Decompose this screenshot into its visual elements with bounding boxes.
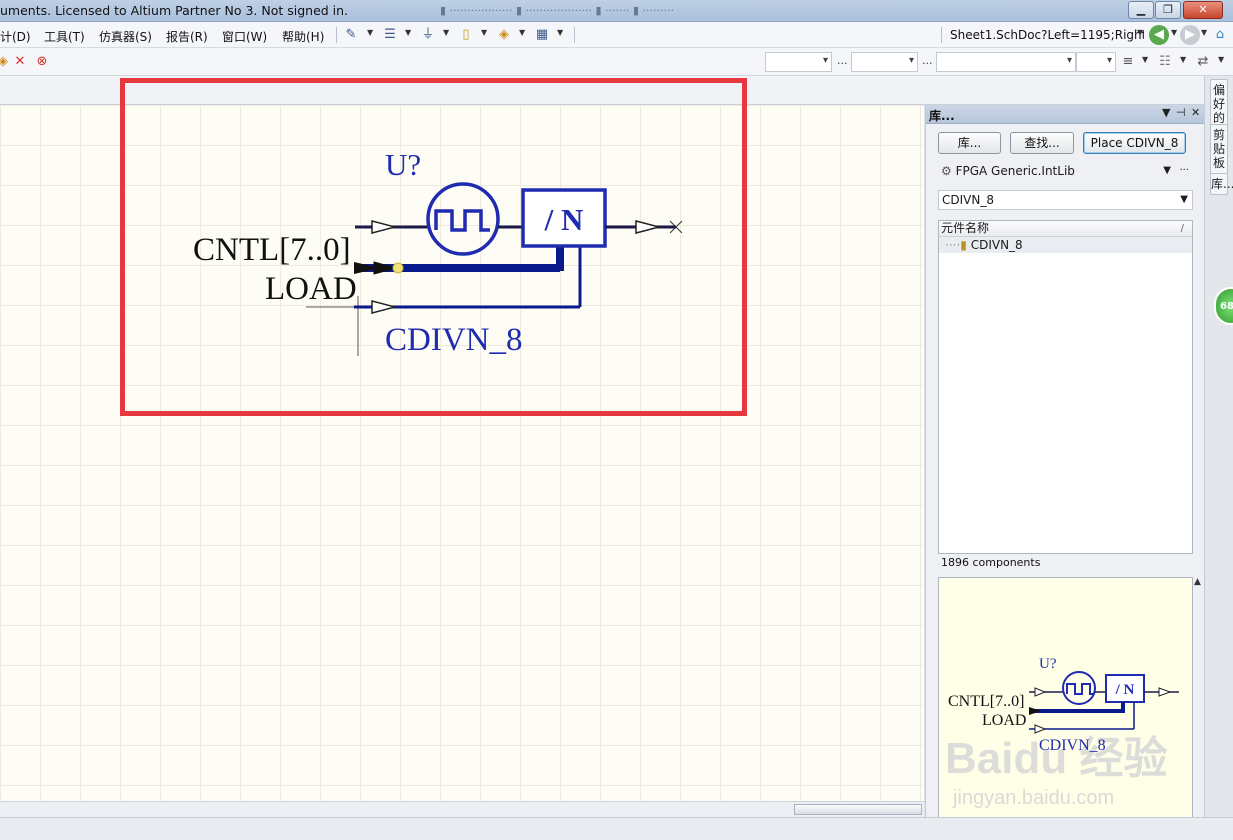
libraries-button[interactable]: 库... [938,132,1001,154]
panel-header: 库... ▼ ⊣ ✕ [926,105,1205,124]
library-icon: ⚙ [941,164,952,178]
menu-bar: 计(D) 工具(T) 仿真器(S) 报告(R) 窗口(W) 帮助(H) ✎ ▼ … [0,22,1233,48]
minimize-icon: ▁ [1136,3,1146,16]
preview-designator: U? [1039,656,1057,672]
horizontal-scrollbar[interactable] [0,801,924,817]
chevron-down-icon[interactable]: ▼ [1180,55,1186,64]
close-icon: ✕ [1198,3,1208,16]
chevron-down-icon[interactable]: ▼ [367,28,373,37]
panel-title: 库... [929,109,955,123]
list-item[interactable]: ····▮ CDIVN_8 [939,237,1192,253]
component-filter-input[interactable]: CDIVN_8 ▼ [938,190,1193,210]
chevron-down-icon[interactable]: ▼ [443,28,449,37]
chevron-down-icon[interactable]: ▼ [405,28,411,37]
column-header-label: 元件名称 [941,221,990,235]
library-select-value: FPGA Generic.IntLib [955,164,1075,178]
chevron-down-icon[interactable]: ▼ [1218,55,1224,64]
tab-favorites[interactable]: 偏好的 [1210,79,1228,129]
component-count: 1896 components [941,556,1041,569]
maximize-button[interactable]: ❐ [1155,1,1181,19]
component-list[interactable]: 元件名称 / ····▮ CDIVN_8 [938,220,1193,554]
secondary-toolbar: ◈ ✕ ⊗ ... ... ≡ ▼ ☷ ▼ ⇄ ▼ [0,48,1233,76]
close-icon[interactable]: ✕ [1191,106,1200,119]
chevron-down-icon[interactable]: ▼ [481,28,487,37]
menu-window[interactable]: 窗口(W) [222,28,267,45]
menu-design[interactable]: 计(D) [0,28,31,45]
clear-markers-icon[interactable]: ✕ [11,53,29,71]
chevron-down-icon[interactable]: ▼ [1171,28,1177,37]
menu-reports[interactable]: 报告(R) [166,28,208,45]
clear-filter-icon[interactable]: ⊗ [33,53,51,71]
part-tool-icon[interactable]: ▯ [457,26,475,44]
chevron-down-icon[interactable]: ▼ [1201,28,1207,37]
menu-tools[interactable]: 工具(T) [44,28,85,45]
menu-simulator[interactable]: 仿真器(S) [99,28,152,45]
filter-combo-2[interactable] [851,52,918,72]
back-icon[interactable]: ◀ [1149,25,1169,45]
chevron-down-icon[interactable]: ▼ [1142,55,1148,64]
scrollbar-thumb[interactable] [794,804,922,815]
status-bar [0,817,1233,840]
title-bar: uments. Licensed to Altium Partner No 3.… [0,0,1233,22]
chevron-down-icon[interactable]: ▼ [1163,162,1171,180]
place-component-button[interactable]: Place CDIVN_8 [1083,132,1186,154]
document-address-field[interactable]: Sheet1.SchDoc?Left=1195;Right [946,25,1144,45]
library-panel: 库... ▼ ⊣ ✕ 库... 查找... Place CDIVN_8 ⚙ FP… [925,105,1205,837]
toolbar-separator [574,27,575,43]
component-name: CDIVN_8 [970,238,1023,252]
chevron-down-icon[interactable]: ▼ [557,28,563,37]
swap-icon[interactable]: ⇄ [1194,53,1212,71]
chevron-up-icon[interactable]: ▲ [1194,577,1201,587]
preview-scrollbar[interactable]: ▲ ▼ [1194,577,1204,829]
filter-combo-3[interactable] [936,52,1076,72]
align-tool-icon[interactable]: ☰ [381,26,399,44]
minimize-button[interactable]: ▁ [1128,1,1154,19]
forward-icon[interactable]: ▶ [1180,25,1200,45]
restore-icon: ❐ [1163,3,1173,16]
more-icon[interactable]: ... [922,54,933,67]
preview-component-name: CDIVN_8 [1039,737,1106,754]
preview-divider-label: / N [1115,682,1135,698]
lines-icon[interactable]: ☷ [1156,53,1174,71]
panel-menu-icon[interactable]: ▼ [1162,106,1170,119]
chevron-down-icon[interactable]: ▼ [519,28,525,37]
more-icon[interactable]: ... [837,54,848,67]
highlight-box [120,78,747,416]
filter-combo-1[interactable] [765,52,832,72]
toolbar-separator [941,27,942,43]
taskbar-tabs[interactable]: ▮ ·················· ▮ ·················… [440,4,1100,19]
preview-pin-load: LOAD [982,712,1026,729]
grid-icon[interactable]: ▦ [533,26,551,44]
component-preview: Baidu 经验 jingyan.baidu.com U? / N CNTL[7… [938,577,1193,829]
component-filter-value: CDIVN_8 [942,193,994,207]
sort-icon[interactable]: / [1181,221,1184,236]
close-button[interactable]: ✕ [1183,1,1223,19]
window-title: uments. Licensed to Altium Partner No 3.… [0,3,349,18]
library-select[interactable]: ⚙ FPGA Generic.IntLib ▼ ··· [938,162,1193,182]
watermark-url: jingyan.baidu.com [952,787,1114,809]
chevron-down-icon[interactable]: ▼ [1180,191,1188,209]
toolbar-separator [336,27,337,43]
chevron-down-icon[interactable]: ▼ [1137,28,1143,37]
preview-drawing: Baidu 经验 jingyan.baidu.com U? / N CNTL[7… [945,656,1179,809]
tab-libraries[interactable]: 库... [1210,173,1233,195]
list-icon[interactable]: ≡ [1119,53,1137,71]
tree-line: ···· [945,238,961,252]
component-icon: ▮ [960,238,967,252]
side-panel-tabs: 偏好的 剪贴板 库... [1204,76,1233,817]
preview-pin-cntl: CNTL[7..0] [948,693,1024,710]
sheet-entry-icon[interactable]: ◈ [495,26,513,44]
menu-help[interactable]: 帮助(H) [282,28,324,45]
tab-clipboard[interactable]: 剪贴板 [1210,124,1228,174]
filter-combo-4[interactable] [1076,52,1116,72]
search-button[interactable]: 查找... [1010,132,1074,154]
more-icon[interactable]: ··· [1179,162,1189,180]
wire-tool-icon[interactable]: ✎ [342,26,360,44]
column-header[interactable]: 元件名称 / [939,221,1192,237]
home-icon[interactable]: ⌂ [1211,26,1229,44]
pin-icon[interactable]: ⊣ [1176,106,1186,119]
power-port-icon[interactable]: ⏚ [419,26,437,44]
